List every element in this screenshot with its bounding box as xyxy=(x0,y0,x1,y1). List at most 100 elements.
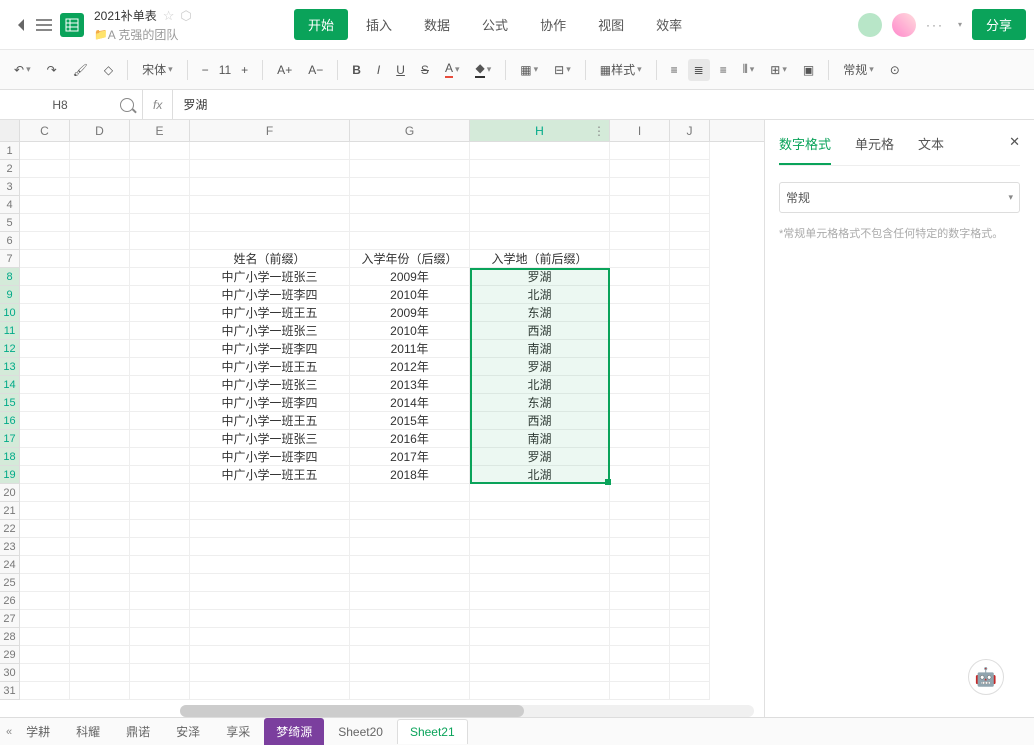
cell[interactable] xyxy=(20,664,70,682)
formula-value[interactable]: 罗湖 xyxy=(173,96,217,113)
col-header-D[interactable]: D xyxy=(70,120,130,141)
cell[interactable]: 中广小学一班张三 xyxy=(190,268,350,286)
bold-icon[interactable]: B xyxy=(346,59,367,81)
cell[interactable] xyxy=(610,556,670,574)
menu-插入[interactable]: 插入 xyxy=(352,9,406,40)
cell[interactable] xyxy=(20,160,70,178)
cell[interactable]: 2017年 xyxy=(350,448,470,466)
col-header-H[interactable]: H xyxy=(470,120,610,141)
cell[interactable] xyxy=(350,556,470,574)
cell[interactable] xyxy=(20,178,70,196)
cell[interactable]: 南湖 xyxy=(470,430,610,448)
cell[interactable] xyxy=(670,376,710,394)
cell[interactable]: 罗湖 xyxy=(470,268,610,286)
cell[interactable] xyxy=(670,268,710,286)
cell-reference[interactable]: H8 xyxy=(0,94,120,116)
cell[interactable] xyxy=(130,340,190,358)
cell[interactable] xyxy=(610,340,670,358)
cell[interactable] xyxy=(670,520,710,538)
cell[interactable] xyxy=(670,196,710,214)
cell[interactable] xyxy=(610,268,670,286)
cell[interactable]: 北湖 xyxy=(470,286,610,304)
font-color-icon[interactable]: A▾ xyxy=(439,57,466,82)
cell[interactable] xyxy=(20,538,70,556)
cell[interactable] xyxy=(20,574,70,592)
cell[interactable] xyxy=(70,178,130,196)
cell[interactable]: 西湖 xyxy=(470,322,610,340)
cell[interactable] xyxy=(70,520,130,538)
strike-icon[interactable]: S xyxy=(415,59,435,81)
clear-format-icon[interactable]: ◇ xyxy=(98,59,119,81)
cell[interactable] xyxy=(130,574,190,592)
cell[interactable] xyxy=(470,628,610,646)
cell[interactable] xyxy=(70,286,130,304)
cell[interactable] xyxy=(190,592,350,610)
cell[interactable] xyxy=(130,250,190,268)
cell[interactable] xyxy=(350,538,470,556)
menu-视图[interactable]: 视图 xyxy=(584,9,638,40)
cell[interactable] xyxy=(670,466,710,484)
cell[interactable] xyxy=(610,592,670,610)
cell[interactable] xyxy=(130,178,190,196)
cell[interactable] xyxy=(130,412,190,430)
sheet-tab[interactable]: 安泽 xyxy=(164,718,212,745)
cell[interactable]: 中广小学一班李四 xyxy=(190,340,350,358)
cell[interactable] xyxy=(130,268,190,286)
cell[interactable] xyxy=(70,412,130,430)
cell[interactable] xyxy=(70,502,130,520)
row-header[interactable]: 2 xyxy=(0,160,20,178)
cell[interactable] xyxy=(190,214,350,232)
cell[interactable] xyxy=(670,286,710,304)
more-icon[interactable]: ··· xyxy=(926,18,944,32)
cell[interactable] xyxy=(350,232,470,250)
cell[interactable] xyxy=(190,538,350,556)
cloud-icon[interactable]: ⬡ xyxy=(180,8,191,23)
cell[interactable]: 罗湖 xyxy=(470,448,610,466)
cell[interactable] xyxy=(670,214,710,232)
cell[interactable] xyxy=(670,412,710,430)
cell[interactable] xyxy=(70,196,130,214)
cell[interactable] xyxy=(70,574,130,592)
cell[interactable] xyxy=(130,304,190,322)
cell[interactable] xyxy=(670,160,710,178)
menu-协作[interactable]: 协作 xyxy=(526,9,580,40)
cell[interactable] xyxy=(70,556,130,574)
cell[interactable] xyxy=(470,646,610,664)
cell[interactable] xyxy=(610,502,670,520)
cell[interactable] xyxy=(130,538,190,556)
cell[interactable] xyxy=(130,502,190,520)
cell[interactable] xyxy=(350,142,470,160)
cell[interactable]: 中广小学一班王五 xyxy=(190,466,350,484)
cell[interactable] xyxy=(190,484,350,502)
cell[interactable]: 入学年份（后缀） xyxy=(350,250,470,268)
cell[interactable] xyxy=(70,340,130,358)
underline-icon[interactable]: U xyxy=(390,59,411,81)
row-header[interactable]: 6 xyxy=(0,232,20,250)
cell[interactable] xyxy=(610,214,670,232)
cell[interactable] xyxy=(130,160,190,178)
cell[interactable] xyxy=(70,430,130,448)
cell[interactable] xyxy=(670,250,710,268)
cell[interactable] xyxy=(350,682,470,700)
cell[interactable] xyxy=(70,394,130,412)
cell[interactable] xyxy=(20,214,70,232)
row-header[interactable]: 8 xyxy=(0,268,20,286)
redo-icon[interactable]: ↷ xyxy=(41,59,63,81)
cell[interactable] xyxy=(350,628,470,646)
row-header[interactable]: 16 xyxy=(0,412,20,430)
cell[interactable]: 2009年 xyxy=(350,268,470,286)
cell[interactable] xyxy=(350,646,470,664)
sheet-tab[interactable]: 科耀 xyxy=(64,718,112,745)
cell[interactable] xyxy=(610,160,670,178)
align-right-icon[interactable]: ≡ xyxy=(714,59,733,81)
cell[interactable] xyxy=(470,682,610,700)
cell[interactable] xyxy=(70,646,130,664)
cell[interactable] xyxy=(470,538,610,556)
cell[interactable] xyxy=(20,322,70,340)
cell[interactable] xyxy=(670,610,710,628)
cell[interactable] xyxy=(130,232,190,250)
cell[interactable] xyxy=(350,520,470,538)
cell[interactable] xyxy=(130,610,190,628)
col-header-J[interactable]: J xyxy=(670,120,710,141)
cell[interactable] xyxy=(130,142,190,160)
